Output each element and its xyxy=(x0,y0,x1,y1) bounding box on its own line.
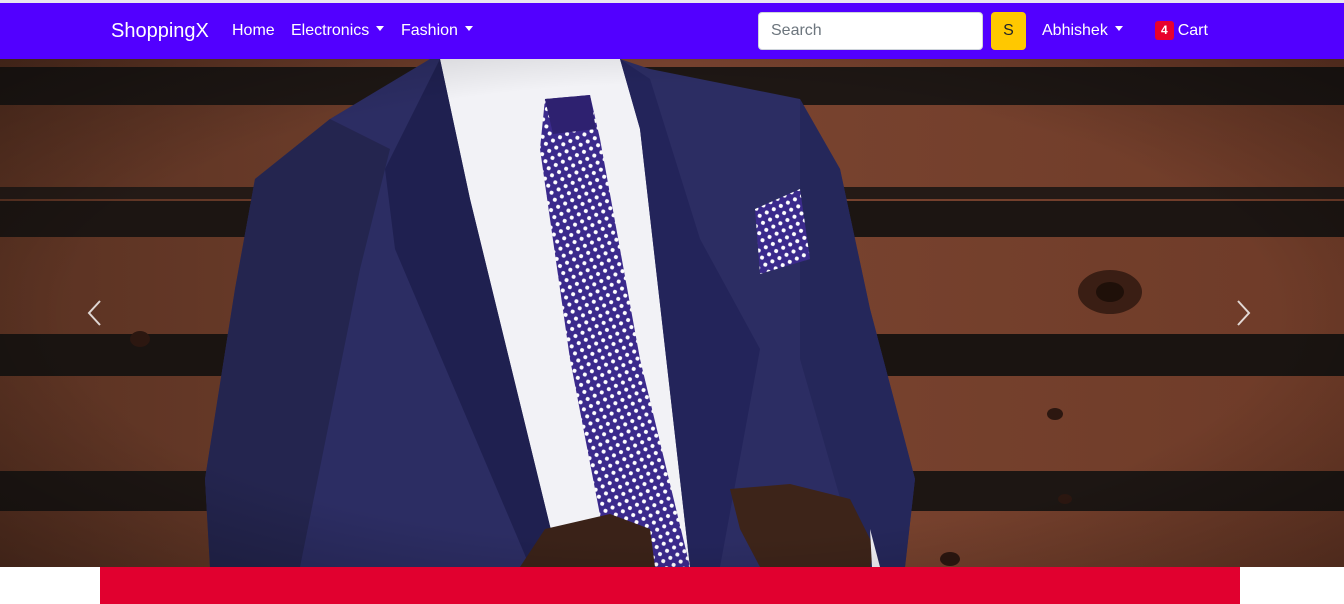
search-button[interactable]: S xyxy=(991,12,1026,50)
chevron-left-icon[interactable] xyxy=(75,293,115,333)
nav-home-link[interactable]: Home xyxy=(232,21,275,41)
cart-label: Cart xyxy=(1177,22,1208,39)
navbar: ShoppingX Home Electronics Fashion S Abh… xyxy=(0,3,1344,59)
search-input[interactable] xyxy=(758,12,983,50)
nav-home-label: Home xyxy=(232,22,275,39)
caret-down-icon xyxy=(1114,26,1123,32)
nav-electronics-label: Electronics xyxy=(291,22,370,39)
caret-down-icon xyxy=(376,26,385,32)
carousel-slide-image xyxy=(0,59,1344,567)
chevron-right-icon[interactable] xyxy=(1224,293,1264,333)
nav-fashion-label: Fashion xyxy=(401,22,458,39)
nav-electronics-dropdown[interactable]: Electronics xyxy=(291,21,385,41)
brand-logo[interactable]: ShoppingX xyxy=(111,19,209,43)
nav-fashion-dropdown[interactable]: Fashion xyxy=(401,21,473,41)
user-menu-dropdown[interactable]: Abhishek xyxy=(1042,21,1123,41)
caret-down-icon xyxy=(464,26,473,32)
cart-count-badge: 4 xyxy=(1155,21,1174,40)
hero-carousel xyxy=(0,59,1344,567)
cart-link[interactable]: 4 Cart xyxy=(1155,21,1208,41)
user-name-label: Abhishek xyxy=(1042,22,1108,39)
promo-banner xyxy=(100,567,1240,604)
